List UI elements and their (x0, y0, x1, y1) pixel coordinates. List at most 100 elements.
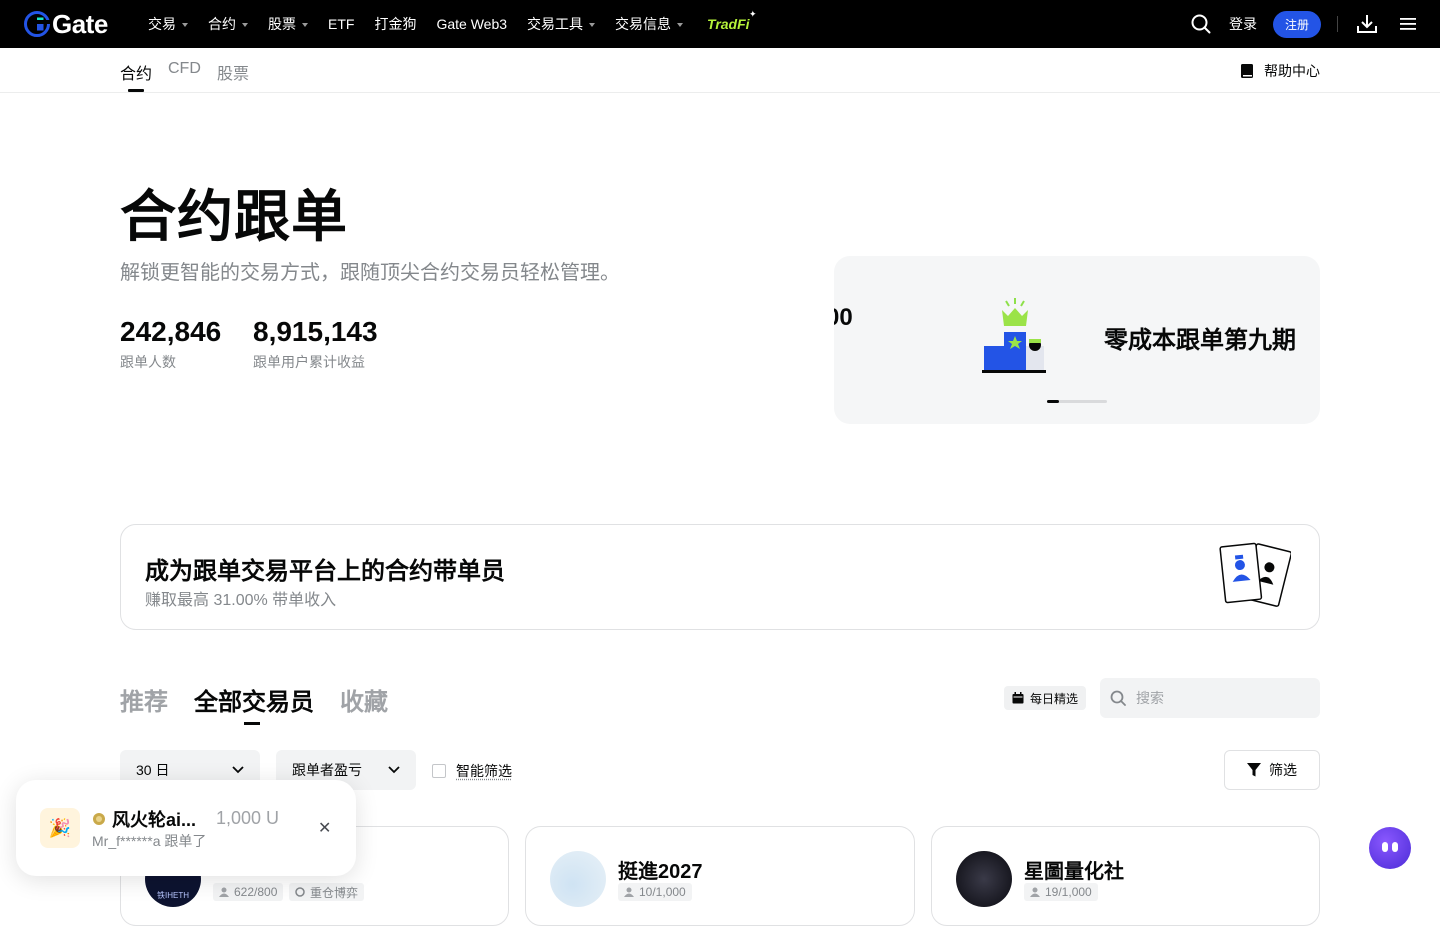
nav-item-tradfi[interactable]: TradFi ✦ (707, 16, 750, 32)
stat-label: 跟单用户累计收益 (253, 352, 378, 372)
filter-label: 筛选 (1269, 760, 1297, 780)
nav-label: ETF (328, 16, 354, 32)
close-icon[interactable]: ✕ (318, 818, 331, 838)
avatar-text: 铁IHETH (157, 890, 189, 901)
logo-text: Gate (52, 11, 108, 37)
trader-card[interactable]: 星圖量化社 19/1,000 (931, 826, 1320, 926)
nav-item-info[interactable]: 交易信息 (615, 14, 683, 34)
nav-item-gold-dog[interactable]: 打金狗 (374, 14, 416, 34)
chevron-down-icon (589, 23, 595, 27)
page-subtitle: 解锁更智能的交易方式，跟随顶尖合约交易员轻松管理。 (120, 256, 620, 285)
nav-right: 登录 注册 (1191, 0, 1416, 48)
chevron-down-icon (677, 23, 683, 27)
download-icon[interactable] (1356, 14, 1378, 34)
smart-filter-label: 智能筛选 (456, 761, 512, 781)
subtab-cfd[interactable]: CFD (168, 60, 201, 78)
promo-carousel[interactable]: 00 零成本跟单第九期 (834, 256, 1320, 424)
nav-item-trade[interactable]: 交易 (148, 14, 188, 34)
nav-item-stocks[interactable]: 股票 (268, 14, 308, 34)
toast-title: 风火轮ai... (92, 806, 196, 832)
podium-crown-icon (982, 296, 1048, 376)
promo-title: 成为跟单交易平台上的合约带单员 (145, 551, 505, 586)
followers-chip: 10/1,000 (618, 883, 692, 901)
trader-cards-icon (1219, 541, 1291, 611)
nav-item-tools[interactable]: 交易工具 (527, 14, 595, 34)
trader-search-input[interactable]: 搜索 (1100, 678, 1320, 718)
nav-label: 交易工具 (527, 14, 583, 34)
nav-item-web3[interactable]: Gate Web3 (436, 16, 507, 32)
carousel-prev-slide-text: 00 (834, 304, 853, 332)
chevron-down-icon (242, 23, 248, 27)
tab-recommended[interactable]: 推荐 (120, 682, 168, 717)
tab-all-traders[interactable]: 全部交易员 (194, 682, 314, 717)
nav-menu: 交易 合约 股票 ETF 打金狗 Gate Web3 交易工具 交易信息 Tra… (148, 0, 770, 48)
smart-filter-checkbox[interactable] (432, 764, 446, 778)
nav-label: 交易 (148, 14, 176, 34)
sparkle-icon: ✦ (749, 9, 757, 20)
style-tag: 重仓博弈 (289, 883, 364, 901)
followers-count: 10/1,000 (639, 885, 686, 899)
trader-tabs: 推荐 全部交易员 收藏 (120, 682, 414, 717)
nav-label: 合约 (208, 14, 236, 34)
login-button[interactable]: 登录 (1229, 14, 1257, 34)
product-subnav: 合约 CFD 股票 帮助中心 (0, 48, 1440, 93)
nav-item-etf[interactable]: ETF (328, 16, 354, 32)
period-value: 30 日 (136, 760, 169, 780)
avatar (550, 851, 606, 907)
coins-icon (295, 887, 305, 897)
subtab-futures[interactable]: 合约 (120, 60, 152, 84)
gate-logo-icon (24, 11, 50, 37)
trader-card[interactable]: 挺進2027 10/1,000 (525, 826, 915, 926)
coin-icon (92, 812, 106, 826)
user-icon (624, 887, 634, 897)
calendar-icon (1012, 692, 1024, 704)
active-tab-indicator (128, 89, 144, 92)
nav-label: Gate Web3 (436, 16, 507, 32)
help-center-link[interactable]: 帮助中心 (1240, 61, 1320, 81)
active-tab-indicator (244, 722, 260, 725)
trader-name: 星圖量化社 (1024, 855, 1124, 884)
chevron-down-icon (302, 23, 308, 27)
avatar (956, 851, 1012, 907)
user-icon (1030, 887, 1040, 897)
daily-picks-button[interactable]: 每日精选 (1004, 686, 1086, 710)
promo-subtitle: 赚取最高 31.00% 带单收入 (145, 586, 336, 610)
search-placeholder: 搜索 (1136, 688, 1164, 708)
top-navbar: Gate 交易 合约 股票 ETF 打金狗 Gate Web3 交易工具 交易信… (0, 0, 1440, 48)
tab-favorites[interactable]: 收藏 (340, 682, 388, 717)
search-icon[interactable] (1191, 14, 1211, 34)
gate-logo[interactable]: Gate (24, 11, 108, 37)
stat-value: 242,846 (120, 316, 221, 348)
book-icon (1240, 63, 1254, 79)
trader-name: 挺進2027 (618, 855, 703, 884)
search-icon (1110, 690, 1126, 706)
sort-value: 跟单者盈亏 (292, 760, 362, 780)
party-popper-icon: 🎉 (40, 808, 80, 848)
toast-subtitle: Mr_f******a 跟单了 (92, 831, 206, 851)
stat-value: 8,915,143 (253, 316, 378, 348)
become-lead-trader-card[interactable]: 成为跟单交易平台上的合约带单员 赚取最高 31.00% 带单收入 (120, 524, 1320, 630)
nav-label: 交易信息 (615, 14, 671, 34)
subtab-stocks[interactable]: 股票 (217, 60, 249, 84)
nav-label: 股票 (268, 14, 296, 34)
carousel-slide-title: 零成本跟单第九期 (1104, 320, 1296, 355)
filter-button[interactable]: 筛选 (1224, 750, 1320, 790)
chat-assistant-button[interactable] (1369, 827, 1411, 869)
stat-label: 跟单人数 (120, 352, 221, 372)
menu-icon[interactable] (1400, 17, 1416, 31)
help-center-label: 帮助中心 (1264, 61, 1320, 81)
stat-followers: 242,846 跟单人数 (120, 316, 221, 372)
smart-filter-toggle[interactable]: 智能筛选 (432, 761, 512, 781)
copy-trade-toast: 🎉 风火轮ai... 1,000 U Mr_f******a 跟单了 ✕ (16, 780, 356, 876)
carousel-progress (1047, 400, 1107, 403)
followers-count: 622/800 (234, 885, 277, 899)
followers-chip: 622/800 (213, 883, 283, 901)
filter-icon (1247, 763, 1261, 777)
chevron-down-icon (388, 766, 400, 774)
followers-count: 19/1,000 (1045, 885, 1092, 899)
bot-eye (1382, 842, 1388, 852)
chevron-down-icon (232, 766, 244, 774)
register-button[interactable]: 注册 (1273, 11, 1321, 38)
nav-item-futures[interactable]: 合约 (208, 14, 248, 34)
toast-trader-name: 风火轮ai... (112, 806, 196, 832)
